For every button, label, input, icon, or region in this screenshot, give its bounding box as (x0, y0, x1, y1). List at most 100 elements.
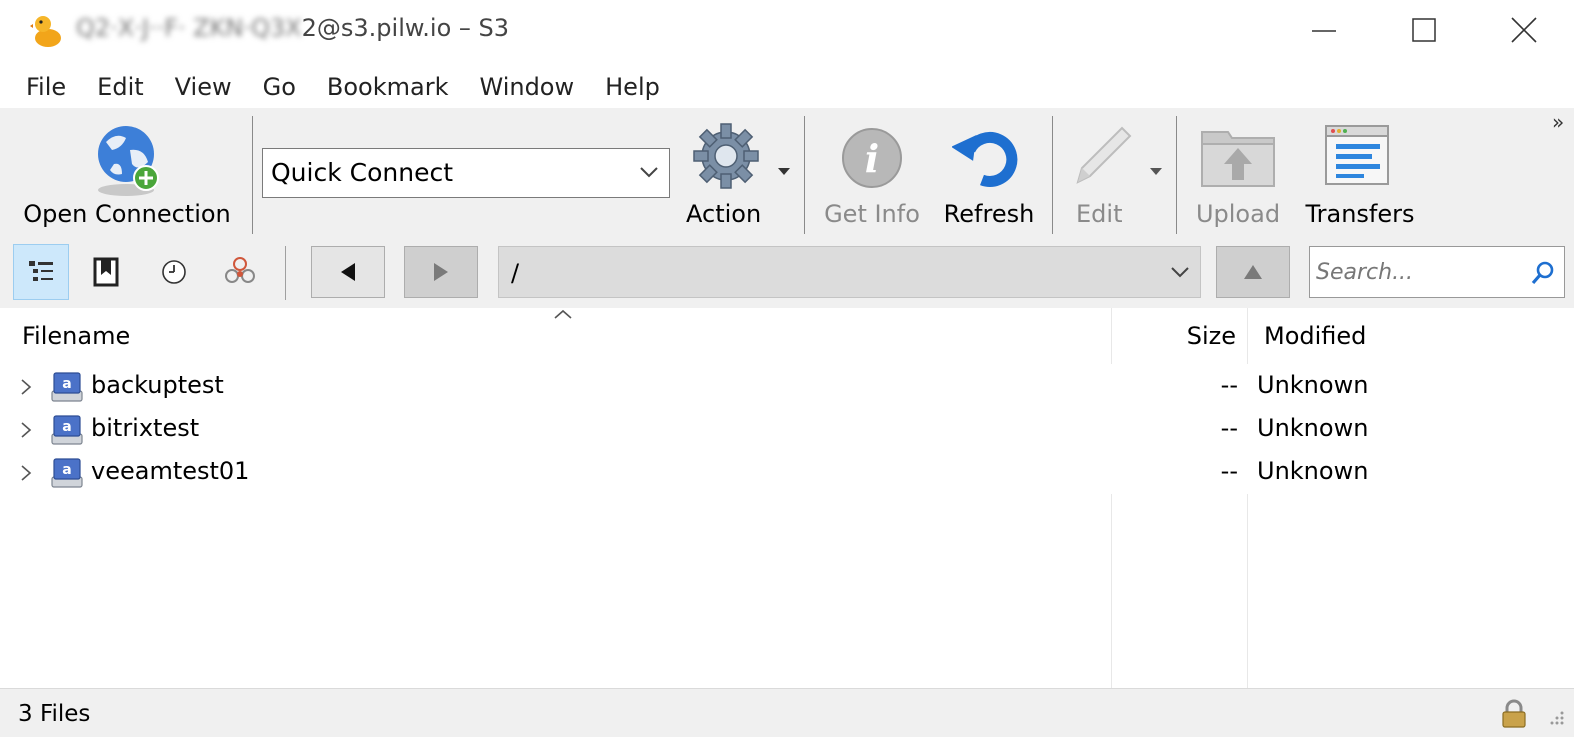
file-size: -- (1220, 371, 1238, 399)
close-button[interactable] (1474, 0, 1574, 60)
column-header-size[interactable]: Size (1112, 308, 1236, 364)
outline-view-icon (29, 261, 53, 281)
get-info-button[interactable]: i Get Info (816, 108, 928, 240)
bookmarks-view-button[interactable] (78, 244, 134, 300)
forward-icon (434, 263, 448, 281)
forward-button[interactable] (404, 246, 478, 298)
bonjour-view-button[interactable] (212, 244, 268, 300)
chevron-right-icon[interactable] (20, 464, 32, 482)
file-modified: Unknown (1257, 457, 1369, 485)
action-button[interactable]: Action (680, 108, 792, 240)
history-view-button[interactable] (146, 244, 202, 300)
file-row[interactable]: a bitrixtest -- Unknown (0, 409, 1574, 452)
maximize-icon (1412, 18, 1436, 42)
menu-bar: File Edit View Go Bookmark Window Help (0, 66, 691, 108)
svg-text:a: a (62, 376, 71, 392)
get-info-label: Get Info (824, 200, 920, 228)
globe-plus-icon (98, 126, 159, 196)
column-divider (1247, 308, 1248, 364)
refresh-icon (952, 132, 1018, 187)
search-icon (1531, 261, 1554, 285)
chevron-right-icon[interactable] (20, 421, 32, 439)
menu-help[interactable]: Help (605, 66, 660, 108)
lock-icon (1502, 699, 1526, 728)
bonjour-icon (225, 257, 255, 283)
upload-label: Upload (1195, 200, 1281, 228)
file-size: -- (1220, 414, 1238, 442)
open-connection-label: Open Connection (23, 200, 231, 228)
menu-go[interactable]: Go (263, 66, 296, 108)
bucket-icon: a (51, 372, 83, 402)
file-modified: Unknown (1257, 414, 1369, 442)
menu-window[interactable]: Window (479, 66, 574, 108)
file-browser[interactable]: Filename Size Modified a backuptest -- U… (0, 308, 1574, 688)
parent-dir-icon (1244, 265, 1262, 279)
outline-view-button[interactable] (13, 244, 69, 300)
transfers-icon (1325, 125, 1389, 185)
quick-connect-dropdown[interactable]: Quick Connect (262, 148, 670, 198)
menu-view[interactable]: View (175, 66, 232, 108)
gear-icon (693, 123, 759, 189)
menu-edit[interactable]: Edit (97, 66, 143, 108)
navigation-bar: / (0, 240, 1574, 308)
toolbar-separator (804, 116, 805, 234)
refresh-label: Refresh (943, 200, 1035, 228)
minimize-button[interactable] (1274, 0, 1374, 60)
column-filename-label: Filename (22, 322, 131, 350)
refresh-button[interactable]: Refresh (938, 108, 1040, 240)
column-guide (1111, 494, 1112, 688)
search-field[interactable] (1309, 246, 1565, 298)
action-label: Action (686, 200, 762, 228)
history-icon (162, 260, 186, 284)
toolbar-overflow-button[interactable]: » (1552, 110, 1564, 134)
toolbar-separator (1176, 116, 1177, 234)
window-title: Q2·X·J··F· ZKN·Q3X2@s3.pilw.io – S3 (76, 14, 510, 42)
file-name: veeamtest01 (91, 457, 250, 485)
column-size-label: Size (1186, 322, 1236, 350)
file-row[interactable]: a veeamtest01 -- Unknown (0, 452, 1574, 495)
back-button[interactable] (311, 246, 385, 298)
file-name: backuptest (91, 371, 224, 399)
transfers-button[interactable]: Transfers (1300, 108, 1420, 240)
duck-app-icon (30, 16, 61, 47)
dropdown-caret-icon (778, 168, 790, 175)
open-connection-button[interactable]: Open Connection (16, 108, 238, 240)
menu-bookmark[interactable]: Bookmark (327, 66, 449, 108)
upload-icon (1201, 131, 1275, 187)
status-text: 3 Files (18, 701, 91, 727)
navbar-separator (285, 246, 286, 300)
toolbar: Open Connection Quick Connect Action i G… (0, 108, 1574, 240)
column-header-modified[interactable]: Modified (1264, 308, 1564, 364)
column-modified-label: Modified (1264, 322, 1367, 350)
path-text: / (511, 259, 520, 287)
maximize-button[interactable] (1374, 0, 1474, 60)
back-icon (341, 263, 355, 281)
toolbar-separator (1052, 116, 1053, 234)
chevron-right-icon[interactable] (20, 378, 32, 396)
bucket-icon: a (51, 458, 83, 488)
path-dropdown[interactable]: / (498, 246, 1201, 298)
column-header-filename[interactable]: Filename (22, 308, 1110, 364)
toolbar-separator (252, 116, 253, 234)
edit-label: Edit (1076, 200, 1123, 228)
file-row[interactable]: a backuptest -- Unknown (0, 366, 1574, 409)
close-icon (1511, 17, 1537, 43)
info-icon: i (842, 128, 902, 188)
file-size: -- (1220, 457, 1238, 485)
menu-file[interactable]: File (26, 66, 66, 108)
file-modified: Unknown (1257, 371, 1369, 399)
svg-text:a: a (62, 462, 71, 478)
edit-button[interactable]: Edit (1064, 108, 1168, 240)
parent-directory-button[interactable] (1216, 246, 1290, 298)
status-bar: 3 Files (0, 688, 1574, 737)
dropdown-caret-icon (1150, 168, 1162, 175)
chevron-down-icon (640, 167, 658, 178)
chevron-down-icon (1171, 267, 1189, 278)
upload-button[interactable]: Upload (1188, 108, 1288, 240)
resize-grip-icon[interactable] (1546, 709, 1566, 725)
quick-connect-label: Quick Connect (271, 158, 454, 187)
svg-text:i: i (865, 136, 879, 181)
pencil-icon (1076, 126, 1132, 184)
search-input[interactable] (1316, 257, 1516, 287)
bookmark-icon (93, 257, 119, 287)
